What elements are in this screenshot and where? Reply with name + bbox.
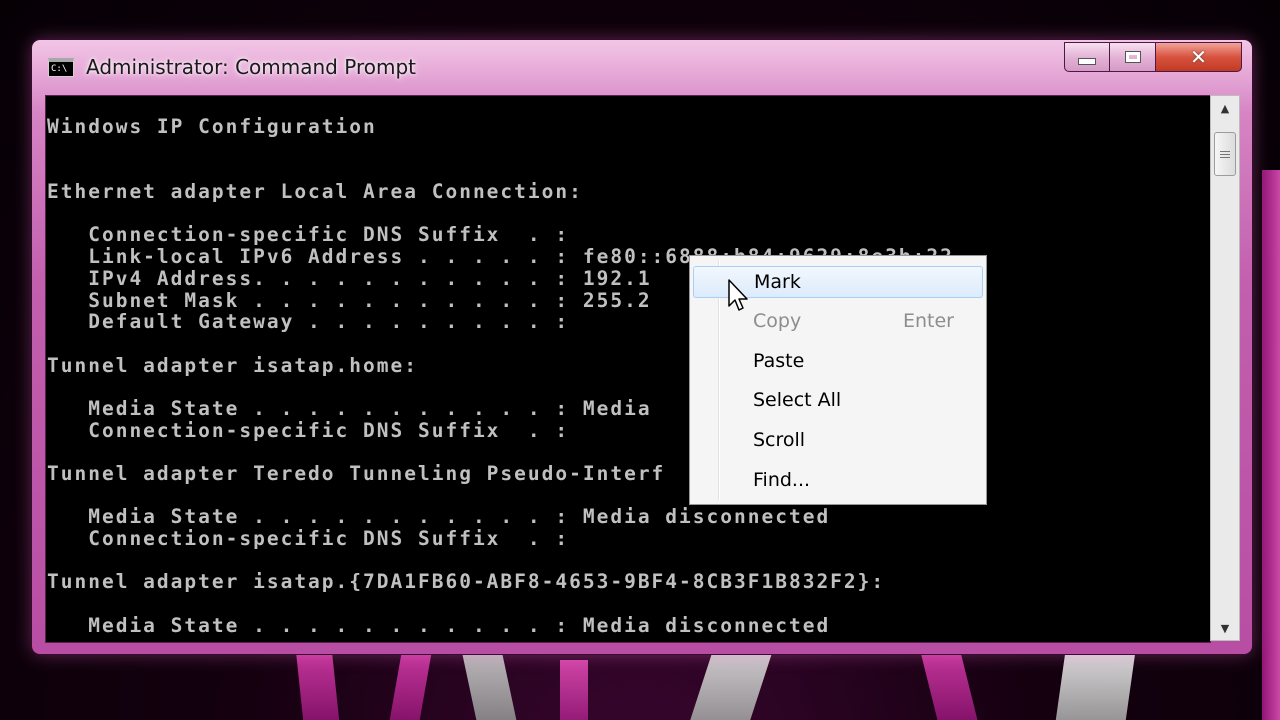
menu-item-select-all[interactable]: Select All (693, 385, 983, 417)
wallpaper-stripe (296, 655, 340, 720)
menu-item-label: Mark (754, 271, 801, 293)
console-output[interactable]: Windows IP Configuration Ethernet adapter… (45, 95, 1211, 643)
window-title: Administrator: Command Prompt (86, 55, 416, 79)
console-line: Connection-specific DNS Suffix . : (47, 223, 570, 247)
wallpaper-stripe (462, 655, 518, 720)
menu-item-label: Paste (753, 350, 805, 372)
console-line: Media State . . . . . . . . . . . : Medi… (47, 613, 831, 637)
scroll-down-arrow-icon[interactable]: ▼ (1211, 616, 1239, 640)
console-line: Media State . . . . . . . . . . . : Medi… (47, 505, 831, 529)
menu-item-scroll[interactable]: Scroll (693, 425, 983, 457)
wallpaper-stripe (688, 655, 772, 720)
cmd-app-icon[interactable]: C:\ (48, 58, 74, 77)
scroll-up-arrow-icon[interactable]: ▲ (1211, 96, 1239, 120)
vertical-scrollbar[interactable]: ▲ ▼ (1210, 95, 1240, 641)
console-line: Windows IP Configuration (47, 115, 377, 138)
menu-item-label: Select All (753, 389, 842, 411)
scroll-thumb[interactable] (1214, 132, 1236, 176)
grip-line (1220, 156, 1230, 158)
grip-line (1220, 150, 1230, 152)
wallpaper-stripe (1055, 655, 1135, 720)
wallpaper-stripe (921, 655, 979, 720)
minimize-icon (1078, 57, 1096, 65)
menu-item-find[interactable]: Find... (693, 465, 983, 497)
console-line: Tunnel adapter isatap.{7DA1FB60-ABF8-465… (47, 570, 886, 594)
console-line: Connection-specific DNS Suffix . : (47, 527, 570, 551)
console-line: Ethernet adapter Local Area Connection: (47, 180, 583, 204)
menu-item-label: Scroll (753, 429, 806, 451)
grip-line (1220, 153, 1230, 155)
menu-item-label: Find... (753, 469, 811, 491)
caption-buttons: ✕ (1064, 42, 1242, 72)
close-button[interactable]: ✕ (1156, 42, 1242, 72)
title-bar[interactable]: C:\ Administrator: Command Prompt ✕ (32, 40, 1252, 92)
maximize-button[interactable] (1110, 42, 1156, 72)
menu-item-paste[interactable]: Paste (693, 346, 983, 378)
menu-item-shortcut: Enter (903, 310, 954, 332)
wallpaper-stripe (388, 655, 432, 720)
close-icon: ✕ (1190, 45, 1207, 69)
wallpaper-stripe (1262, 170, 1280, 720)
minimize-button[interactable] (1064, 42, 1110, 72)
menu-item-label: Copy (753, 310, 802, 332)
maximize-icon (1124, 51, 1141, 63)
wallpaper-stripe (560, 660, 588, 720)
mouse-pointer-icon (728, 279, 748, 311)
command-prompt-window: C:\ Administrator: Command Prompt ✕ Wind… (32, 40, 1252, 654)
